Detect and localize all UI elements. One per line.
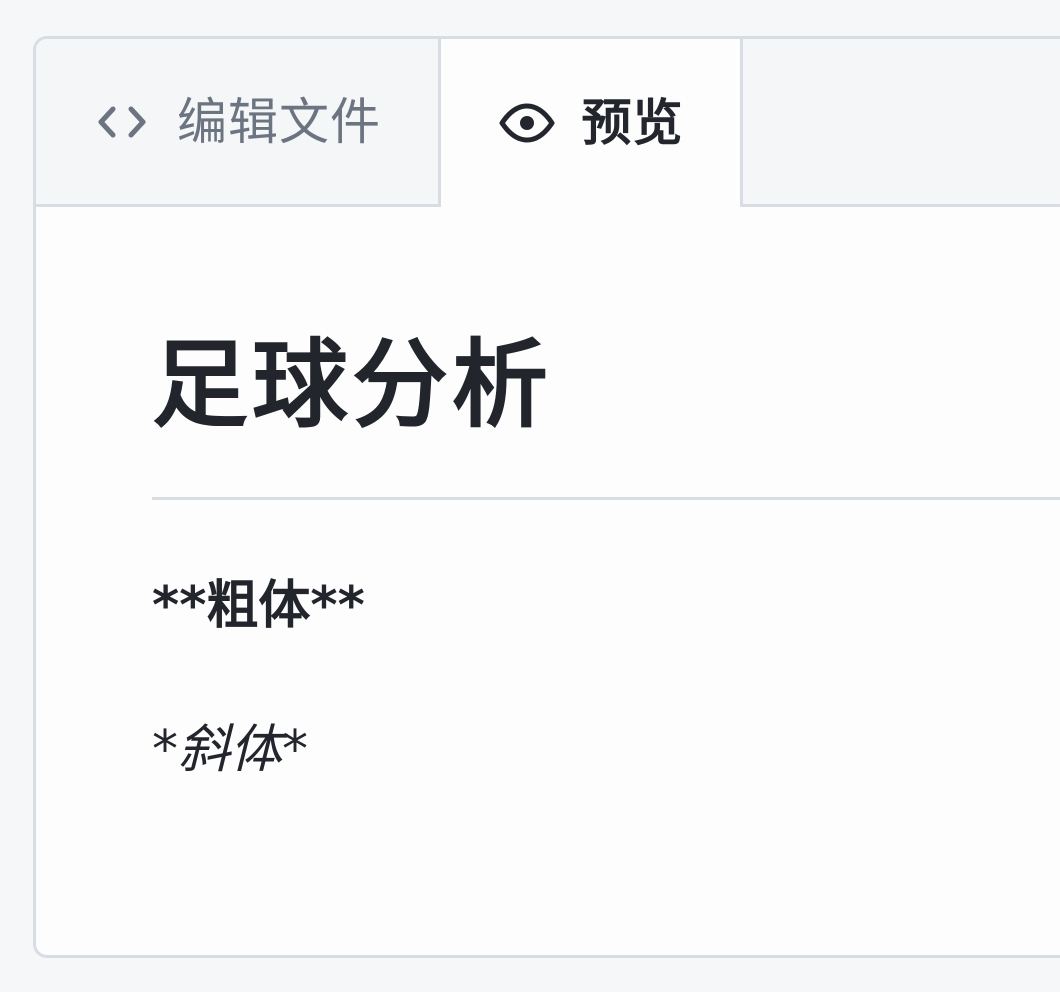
editor-panel: 编辑文件 预览 足球分析 **粗体** *斜体*: [33, 36, 1060, 958]
tab-bar: 编辑文件 预览: [36, 39, 1060, 207]
eye-icon: [498, 102, 556, 144]
bold-text-line: **粗体**: [152, 576, 365, 636]
tab-preview-label: 预览: [581, 94, 684, 152]
italic-text-line: *斜体*: [152, 720, 309, 780]
tab-edit-file-label: 编辑文件: [177, 92, 381, 151]
markdown-editor-window: 编辑文件 预览 足球分析 **粗体** *斜体*: [0, 0, 1060, 992]
code-icon: [93, 101, 151, 143]
preview-title: 足球分析: [152, 329, 552, 441]
heading-divider: [152, 497, 1060, 500]
tab-preview[interactable]: 预览: [441, 39, 740, 207]
tab-edit-file[interactable]: 编辑文件: [36, 39, 441, 207]
tab-bar-empty-space: [740, 39, 1060, 207]
preview-content: 足球分析 **粗体** *斜体*: [152, 207, 1060, 955]
